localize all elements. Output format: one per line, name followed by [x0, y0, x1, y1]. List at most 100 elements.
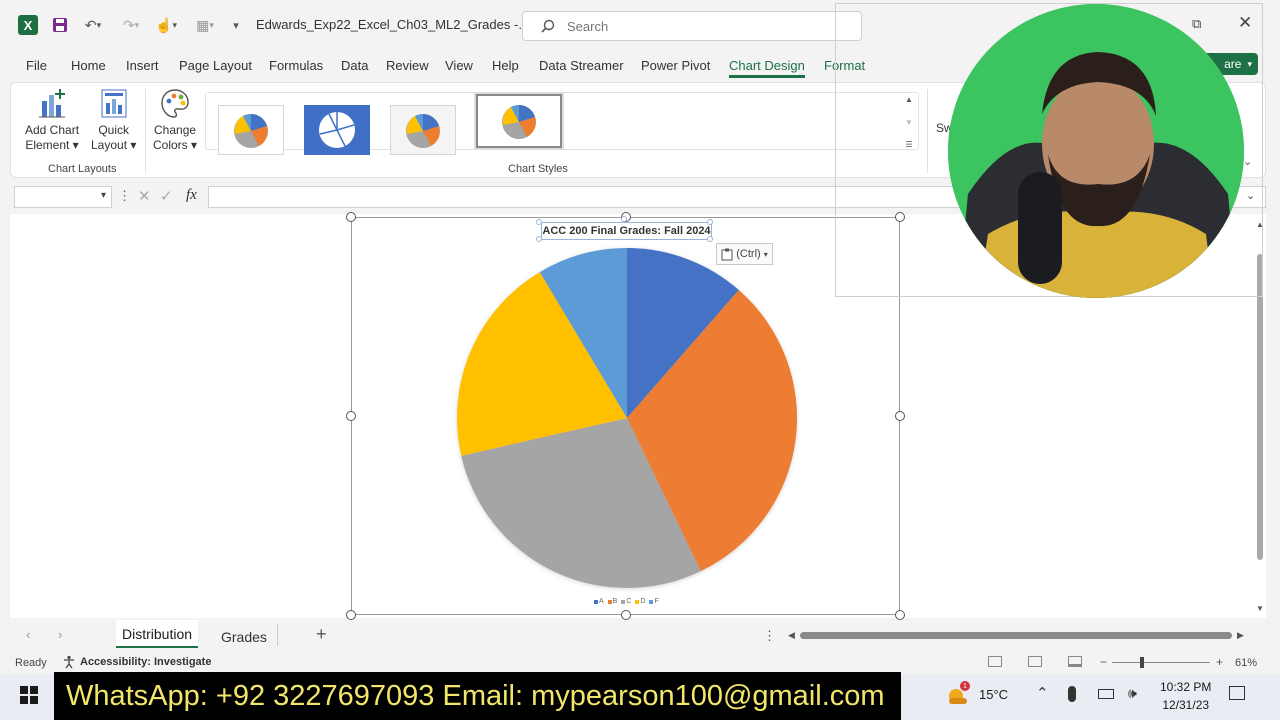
legend-item-d[interactable]: D — [635, 598, 645, 605]
zoom-slider-thumb[interactable] — [1140, 657, 1144, 668]
weather-icon[interactable]: 1 — [946, 681, 970, 706]
legend-item-f[interactable]: F — [649, 598, 659, 605]
add-chart-element-label-1: Add Chart — [25, 123, 80, 137]
chart-style-1[interactable] — [218, 105, 284, 155]
battery-icon[interactable] — [1098, 689, 1114, 699]
pie-style-icon — [406, 114, 440, 148]
normal-view-icon[interactable] — [988, 656, 1002, 667]
zoom-level[interactable]: 61% — [1235, 657, 1257, 669]
touch-mode-icon[interactable]: ☝ ▾ — [152, 14, 180, 36]
page-break-view-icon[interactable] — [1068, 656, 1082, 667]
search-icon — [541, 19, 555, 33]
resize-handle-bottom-left[interactable] — [346, 610, 356, 620]
chart-styles-gallery: ▲ ▼ ☰ — [205, 92, 919, 155]
scroll-down-icon[interactable]: ▼ — [1256, 604, 1264, 613]
add-chart-element-icon — [39, 89, 66, 118]
tab-chart-design[interactable]: Chart Design — [729, 58, 805, 78]
horizontal-scroll-thumb[interactable] — [800, 632, 1232, 639]
pie-chart[interactable] — [352, 218, 901, 616]
chart-styles-group-label: Chart Styles — [508, 163, 568, 175]
legend-item-b[interactable]: B — [607, 598, 617, 605]
chart-style-4-selected[interactable] — [476, 94, 562, 148]
resize-handle-left[interactable] — [346, 411, 356, 421]
scroll-left-icon[interactable]: ◀ — [788, 630, 795, 641]
windows-start-icon[interactable] — [20, 686, 38, 709]
page-layout-view-icon[interactable] — [1028, 656, 1042, 667]
pie-style-icon — [502, 105, 536, 139]
resize-handle-bottom[interactable] — [621, 610, 631, 620]
search-input[interactable]: Search — [522, 11, 862, 41]
temperature[interactable]: 15°C — [979, 687, 1008, 702]
title-handle[interactable] — [536, 236, 542, 242]
chart-title[interactable]: ACC 200 Final Grades: Fall 2024 — [541, 222, 712, 240]
zoom-out-icon[interactable]: − — [1100, 655, 1107, 669]
legend-label: F — [654, 598, 659, 605]
more-options-icon[interactable]: ⋮ — [118, 188, 131, 204]
chart-legend[interactable]: ABC D F — [594, 598, 659, 605]
vertical-scroll-thumb[interactable] — [1257, 254, 1263, 560]
tab-file[interactable]: File — [26, 58, 47, 73]
tab-insert[interactable]: Insert — [126, 58, 159, 73]
add-chart-element-label-2: Element ▾ — [25, 138, 79, 152]
name-box[interactable]: ▾ — [14, 186, 112, 208]
tab-data[interactable]: Data — [341, 58, 368, 73]
notification-icon[interactable] — [1229, 686, 1245, 700]
resize-handle-top-left[interactable] — [346, 212, 356, 222]
change-colors-button[interactable]: Change Colors ▾ — [153, 87, 197, 153]
tab-home[interactable]: Home — [71, 58, 106, 73]
webcam-video — [948, 4, 1244, 298]
title-handle[interactable] — [707, 236, 713, 242]
tab-page-layout[interactable]: Page Layout — [179, 58, 252, 73]
clock-date: 12/31/23 — [1162, 698, 1210, 712]
tab-data-streamer[interactable]: Data Streamer — [539, 58, 624, 73]
speaker-icon[interactable]: 🕪 — [1128, 685, 1137, 702]
quick-layout-icon — [101, 89, 127, 118]
legend-swatch — [621, 599, 626, 604]
more-options-icon[interactable]: ⋮ — [763, 628, 776, 644]
sheet-tab-distribution[interactable]: Distribution — [116, 620, 199, 648]
scroll-right-icon[interactable]: ▶ — [1237, 630, 1244, 641]
zoom-slider[interactable] — [1112, 662, 1210, 663]
add-chart-element-button[interactable]: Add Chart Element ▾ — [25, 87, 79, 153]
insert-function-icon[interactable]: fx — [186, 187, 197, 204]
tab-help[interactable]: Help — [492, 58, 519, 73]
resize-handle-right[interactable] — [895, 411, 905, 421]
resize-handle-bottom-right[interactable] — [895, 610, 905, 620]
clock-time: 10:32 PM — [1160, 680, 1212, 694]
add-sheet-icon[interactable]: + — [316, 624, 327, 645]
cancel-icon[interactable]: ✕ — [138, 187, 151, 205]
sheet-tab-label: Distribution — [122, 626, 193, 642]
accessibility-checker[interactable]: Accessibility: Investigate — [62, 655, 211, 669]
zoom-in-icon[interactable]: + — [1216, 655, 1223, 669]
chart-style-2[interactable] — [304, 105, 370, 155]
chart-style-3[interactable] — [390, 105, 456, 155]
title-handle[interactable] — [707, 219, 713, 225]
tab-view[interactable]: View — [445, 58, 473, 73]
legend-swatch — [635, 599, 640, 604]
title-handle[interactable] — [621, 216, 627, 222]
chevron-down-icon[interactable]: ▾ — [101, 190, 106, 201]
microphone-icon[interactable] — [1068, 686, 1076, 702]
next-sheet-icon[interactable]: › — [58, 627, 62, 642]
legend-item-c[interactable]: C — [621, 598, 631, 605]
tab-review[interactable]: Review — [386, 58, 429, 73]
paste-options-button[interactable]: (Ctrl) ▾ — [716, 243, 773, 265]
prev-sheet-icon[interactable]: ‹ — [26, 627, 30, 642]
chevron-up-icon[interactable]: ⌃ — [1036, 684, 1049, 702]
save-icon[interactable] — [50, 14, 70, 36]
tab-power-pivot[interactable]: Power Pivot — [641, 58, 710, 73]
legend-label: A — [599, 598, 604, 605]
redo-icon[interactable]: ↷ ▾ — [116, 14, 146, 36]
sheet-tab-grades[interactable]: Grades — [221, 629, 267, 645]
form-icon[interactable]: ▦ ▾ — [190, 14, 220, 36]
tab-formulas[interactable]: Formulas — [269, 58, 323, 73]
chart-area[interactable] — [351, 217, 900, 615]
legend-label: D — [640, 598, 646, 605]
quick-layout-button[interactable]: Quick Layout ▾ — [91, 87, 136, 153]
enter-icon[interactable]: ✓ — [160, 187, 173, 205]
title-handle[interactable] — [536, 219, 542, 225]
customize-toolbar-icon[interactable]: ▾ — [228, 14, 244, 36]
clock[interactable]: 10:32 PM 12/31/23 — [1160, 678, 1211, 714]
undo-icon[interactable]: ↶ ▾ — [78, 14, 108, 36]
legend-item-a[interactable]: A — [594, 598, 604, 605]
